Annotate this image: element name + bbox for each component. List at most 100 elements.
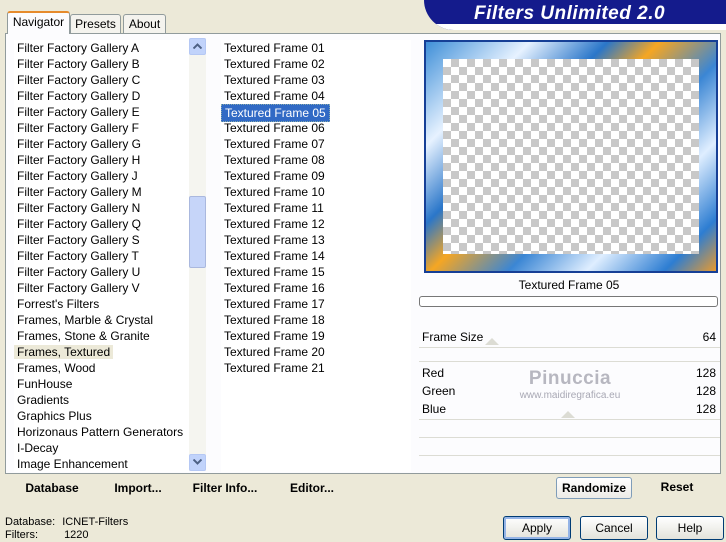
list-item[interactable]: Textured Frame 12 <box>221 216 411 232</box>
list-item[interactable]: Filter Factory Gallery S <box>14 232 189 248</box>
list-item[interactable]: Filter Factory Gallery T <box>14 248 189 264</box>
list-item[interactable]: Textured Frame 11 <box>221 200 411 216</box>
category-list[interactable]: Filter Factory Gallery A Filter Factory G… <box>14 40 189 472</box>
list-item[interactable]: Textured Frame 03 <box>221 72 411 88</box>
list-item-label: Frames, Marble & Crystal <box>17 313 154 327</box>
scroll-down-button[interactable] <box>189 454 206 471</box>
list-item-label: Textured Frame 14 <box>224 249 325 263</box>
list-item[interactable]: Filter Factory Gallery F <box>14 120 189 136</box>
list-item-label: Filter Factory Gallery M <box>17 185 142 199</box>
list-item[interactable]: Textured Frame 09 <box>221 168 411 184</box>
apply-button[interactable]: Apply <box>503 516 571 540</box>
chevron-down-icon <box>192 458 203 465</box>
list-item[interactable]: Textured Frame 21 <box>221 360 411 376</box>
import-button[interactable]: Import... <box>112 479 164 497</box>
list-item-label: Horizonaus Pattern Generators <box>17 425 184 439</box>
list-item[interactable]: Textured Frame 13 <box>221 232 411 248</box>
list-item-label: Textured Frame 18 <box>224 313 325 327</box>
list-item[interactable]: Textured Frame 16 <box>221 280 411 296</box>
param-frame-size[interactable]: Frame Size 64 <box>419 329 720 346</box>
preview-image <box>424 40 718 273</box>
slider-empty <box>419 455 720 464</box>
tab-about[interactable]: About <box>123 14 166 33</box>
list-item-label: Image Enhancement <box>17 457 128 471</box>
list-item-label: Forrest's Filters <box>17 297 100 311</box>
filter-list[interactable]: Textured Frame 01 Textured Frame 02 Textur… <box>221 40 411 472</box>
list-item[interactable]: Filter Factory Gallery B <box>14 56 189 72</box>
list-item[interactable]: Textured Frame 15 <box>221 264 411 280</box>
list-item[interactable]: Filter Factory Gallery Q <box>14 216 189 232</box>
list-item[interactable]: Textured Frame 18 <box>221 312 411 328</box>
list-item[interactable]: Forrest's Filters <box>14 296 189 312</box>
list-item[interactable]: Textured Frame 04 <box>221 88 411 104</box>
list-item[interactable]: Textured Frame 20 <box>221 344 411 360</box>
scroll-thumb[interactable] <box>189 196 206 268</box>
list-item-label: Textured Frame 20 <box>224 345 325 359</box>
list-item-selected[interactable]: Frames, Textured <box>14 344 189 360</box>
list-item-label: Textured Frame 06 <box>224 121 325 135</box>
editor-button[interactable]: Editor... <box>288 479 336 497</box>
list-item[interactable]: Textured Frame 07 <box>221 136 411 152</box>
list-item[interactable]: Textured Frame 14 <box>221 248 411 264</box>
randomize-button[interactable]: Randomize <box>556 477 632 499</box>
reset-button[interactable]: Reset <box>652 477 702 499</box>
tab-navigator[interactable]: Navigator <box>7 11 70 34</box>
list-item[interactable]: Gradients <box>14 392 189 408</box>
list-item[interactable]: Textured Frame 17 <box>221 296 411 312</box>
filters-value: 1220 <box>64 529 89 541</box>
list-item[interactable]: Textured Frame 06 <box>221 120 411 136</box>
filter-info-button[interactable]: Filter Info... <box>192 479 258 497</box>
list-item[interactable]: Filter Factory Gallery D <box>14 88 189 104</box>
list-item[interactable]: Filter Factory Gallery V <box>14 280 189 296</box>
list-item-label: Textured Frame 17 <box>224 297 325 311</box>
list-item-label: Textured Frame 16 <box>224 281 325 295</box>
filters-label: Filters: <box>5 529 38 541</box>
list-item[interactable]: Filter Factory Gallery U <box>14 264 189 280</box>
list-item[interactable]: Textured Frame 10 <box>221 184 411 200</box>
list-item[interactable]: Image Enhancement <box>14 456 189 472</box>
list-item[interactable]: Textured Frame 02 <box>221 56 411 72</box>
list-item[interactable]: Frames, Marble & Crystal <box>14 312 189 328</box>
list-item-label: Filter Factory Gallery D <box>17 89 141 103</box>
slider-frame-size[interactable] <box>419 338 720 356</box>
slider-empty <box>419 411 720 428</box>
list-item[interactable]: Horizonaus Pattern Generators <box>14 424 189 440</box>
list-item[interactable]: Filter Factory Gallery M <box>14 184 189 200</box>
list-item[interactable]: Textured Frame 19 <box>221 328 411 344</box>
database-button[interactable]: Database <box>22 479 82 497</box>
app-title: Filters Unlimited 2.0 <box>474 3 666 24</box>
category-scrollbar[interactable] <box>189 38 206 471</box>
list-item[interactable]: Filter Factory Gallery E <box>14 104 189 120</box>
list-item[interactable]: FunHouse <box>14 376 189 392</box>
database-info: Database: ICNET-Filters <box>5 516 128 529</box>
list-item[interactable]: Filter Factory Gallery N <box>14 200 189 216</box>
list-item-selected[interactable]: Textured Frame 05 <box>221 104 411 122</box>
list-item-label: Textured Frame 04 <box>224 89 325 103</box>
list-item-label: Textured Frame 03 <box>224 73 325 87</box>
list-item[interactable]: I-Decay <box>14 440 189 456</box>
list-item[interactable]: Textured Frame 01 <box>221 40 411 56</box>
watermark-name: Pinuccia <box>528 368 612 389</box>
list-item[interactable]: Filter Factory Gallery H <box>14 152 189 168</box>
list-item[interactable]: Filter Factory Gallery C <box>14 72 189 88</box>
cancel-button[interactable]: Cancel <box>580 516 648 540</box>
list-item[interactable]: Textured Frame 08 <box>221 152 411 168</box>
chevron-up-icon <box>192 43 203 50</box>
watermark-url: www.maidiregrafica.eu <box>519 390 621 401</box>
list-item[interactable]: Filter Factory Gallery J <box>14 168 189 184</box>
help-button[interactable]: Help <box>656 516 724 540</box>
list-item[interactable]: Frames, Stone & Granite <box>14 328 189 344</box>
list-item[interactable]: Filter Factory Gallery G <box>14 136 189 152</box>
list-item-label: Filter Factory Gallery T <box>17 249 139 263</box>
list-item-label: Filter Factory Gallery H <box>17 153 141 167</box>
param-value: 64 <box>702 330 716 344</box>
list-item-label: Frames, Stone & Granite <box>17 329 150 343</box>
list-item-label: Filter Factory Gallery N <box>17 201 141 215</box>
list-item[interactable]: Frames, Wood <box>14 360 189 376</box>
scroll-up-button[interactable] <box>189 38 206 55</box>
tab-presets[interactable]: Presets <box>70 14 121 33</box>
database-label: Database: <box>5 516 56 528</box>
list-item[interactable]: Filter Factory Gallery A <box>14 40 189 56</box>
slider-empty <box>419 437 720 446</box>
list-item[interactable]: Graphics Plus <box>14 408 189 424</box>
